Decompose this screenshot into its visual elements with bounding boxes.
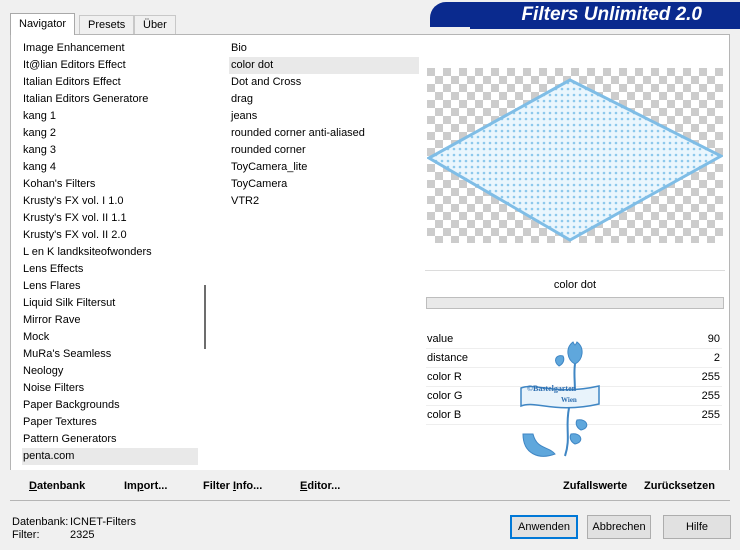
parameter-label: distance xyxy=(427,352,468,364)
category-item[interactable]: Lens Flares xyxy=(22,278,198,295)
selected-filter-name: color dot xyxy=(553,279,597,291)
filter-count-label: Filter: xyxy=(12,529,40,541)
category-item[interactable]: kang 3 xyxy=(22,142,198,159)
category-item[interactable]: Liquid Silk Filtersut xyxy=(22,295,198,312)
database-value: ICNET-Filters xyxy=(70,516,136,528)
tab-navigator[interactable]: Navigator xyxy=(10,13,76,35)
scroll-thumb[interactable] xyxy=(204,285,206,349)
filter-item[interactable]: rounded corner anti-aliased xyxy=(229,125,419,142)
category-item[interactable]: MuRa's Seamless xyxy=(22,346,198,363)
parameter-value[interactable]: 255 xyxy=(702,368,720,386)
category-item[interactable]: Noise Filters xyxy=(22,380,198,397)
tab-uber[interactable]: Über xyxy=(134,15,176,34)
category-item[interactable]: Mirror Rave xyxy=(22,312,198,329)
parameter-label: color R xyxy=(427,371,462,383)
parameter-value[interactable]: 255 xyxy=(702,406,720,424)
parameter-value[interactable]: 2 xyxy=(714,349,720,367)
parameter-label: value xyxy=(427,333,454,345)
watermark-text-1: ©Bastelgarten xyxy=(527,384,577,393)
category-item[interactable]: Paper Backgrounds xyxy=(22,397,198,414)
apply-button[interactable]: Anwenden xyxy=(510,515,578,539)
filter-item[interactable]: ToyCamera xyxy=(229,176,419,193)
category-item[interactable]: Krusty's FX vol. II 2.0 xyxy=(22,227,198,244)
category-item[interactable]: It@lian Editors Effect xyxy=(22,57,198,74)
filter-item[interactable]: VTR2 xyxy=(229,193,419,210)
filter-item[interactable]: Bio xyxy=(229,40,419,57)
preview-image xyxy=(427,68,723,243)
watermark-logo: ©Bastelgarten Wien xyxy=(520,341,600,457)
category-item[interactable]: L en K landksiteofwonders xyxy=(22,244,198,261)
category-item[interactable]: penta.com xyxy=(22,448,198,465)
category-list[interactable]: Image Enhancement It@lian Editors Effect I… xyxy=(22,40,198,470)
filter-list[interactable]: Bio color dot Dot and Cross drag jeans rounde… xyxy=(229,40,419,470)
progress-bar xyxy=(426,297,724,309)
database-button[interactable]: Datenbank xyxy=(29,479,85,493)
category-item[interactable]: Mock xyxy=(22,329,198,346)
category-item[interactable]: Paper Textures xyxy=(22,414,198,431)
banner-underline xyxy=(470,27,740,29)
filter-count-value: 2325 xyxy=(70,529,95,541)
filter-item[interactable]: rounded corner xyxy=(229,142,419,159)
cancel-button[interactable]: Abbrechen xyxy=(587,515,651,539)
status-info: Datenbank: ICNET-Filters Filter: 2325 xyxy=(12,516,136,542)
category-item[interactable]: Lens Effects xyxy=(22,261,198,278)
category-item[interactable]: Image Enhancement xyxy=(22,40,198,57)
category-item[interactable]: Neology xyxy=(22,363,198,380)
editor-button[interactable]: Editor... xyxy=(300,479,340,493)
category-item[interactable]: kang 4 xyxy=(22,159,198,176)
category-scrollbar[interactable] xyxy=(200,40,212,470)
database-label: Datenbank: xyxy=(12,516,69,528)
title-banner: Filters Unlimited 2.0 xyxy=(430,2,740,27)
category-item[interactable]: Kohan's Filters xyxy=(22,176,198,193)
random-values-button[interactable]: Zufallswerte xyxy=(563,479,627,493)
filter-info-button[interactable]: Filter Info... xyxy=(203,479,262,493)
category-item[interactable]: Italian Editors Effect xyxy=(22,74,198,91)
category-item[interactable]: Italian Editors Generatore xyxy=(22,91,198,108)
category-item[interactable]: kang 1 xyxy=(22,108,198,125)
filter-item[interactable]: jeans xyxy=(229,108,419,125)
tab-presets[interactable]: Presets xyxy=(79,15,135,34)
filter-item[interactable]: ToyCamera_lite xyxy=(229,159,419,176)
parameter-value[interactable]: 255 xyxy=(702,387,720,405)
parameter-value[interactable]: 90 xyxy=(708,330,720,348)
filter-item[interactable]: color dot xyxy=(229,57,419,74)
import-button[interactable]: Import... xyxy=(124,479,167,493)
preview-svg xyxy=(427,68,723,243)
category-item[interactable]: Krusty's FX vol. I 1.0 xyxy=(22,193,198,210)
help-button[interactable]: Hilfe xyxy=(663,515,731,539)
parameter-label: color B xyxy=(427,409,462,421)
category-item[interactable]: Pattern Generators xyxy=(22,431,198,448)
reset-button[interactable]: Zurücksetzen xyxy=(644,479,715,493)
preview-separator xyxy=(425,270,725,271)
filter-item[interactable]: Dot and Cross xyxy=(229,74,419,91)
watermark-text-2: Wien xyxy=(561,396,577,404)
parameter-label: color G xyxy=(427,390,463,402)
category-item[interactable]: kang 2 xyxy=(22,125,198,142)
filter-item[interactable]: drag xyxy=(229,91,419,108)
category-item[interactable]: Krusty's FX vol. II 1.1 xyxy=(22,210,198,227)
